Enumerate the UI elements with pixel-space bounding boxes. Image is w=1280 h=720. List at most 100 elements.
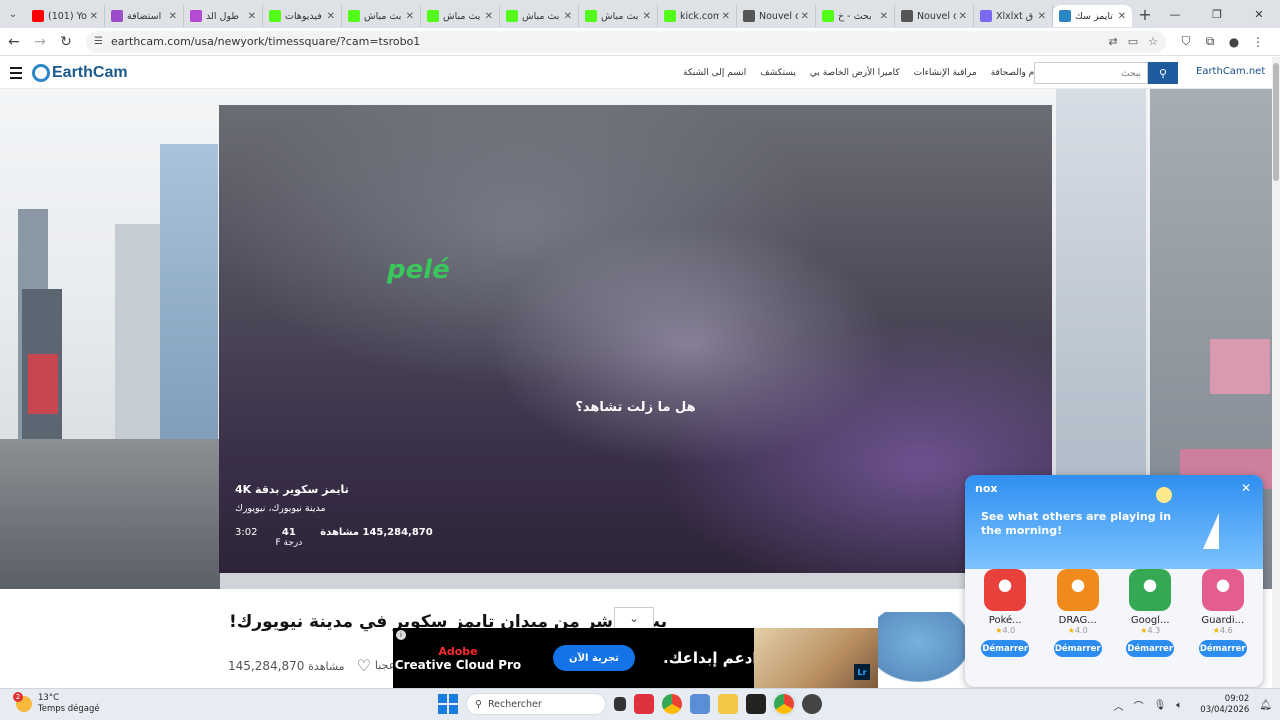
search-icon[interactable]: ⚲ <box>1148 62 1178 84</box>
browser-tab[interactable]: بث مباش ✕ <box>342 5 421 27</box>
hamburger-menu-icon[interactable] <box>10 66 22 79</box>
app-name: Poké... <box>988 615 1022 626</box>
browser-tab[interactable]: بث مباش ✕ <box>579 5 658 27</box>
tab-close-icon[interactable]: ✕ <box>722 11 730 22</box>
nox-close-icon[interactable]: ✕ <box>1241 481 1251 495</box>
browser-tab[interactable]: (101) You✕ <box>26 5 105 27</box>
header-nav-link[interactable]: كاميرا الأرض الخاصة بي <box>810 68 900 78</box>
ad-info-icon[interactable]: i <box>396 630 406 640</box>
browser-tab[interactable]: طول الد ✕ <box>184 5 263 27</box>
tab-close-icon[interactable]: ✕ <box>248 11 256 22</box>
taskbar-search[interactable]: ⚲ Rechercher <box>466 693 606 715</box>
game-app-icon[interactable] <box>984 569 1027 611</box>
browser-tab[interactable]: Nouvel o ✕ <box>737 5 816 27</box>
app-record-icon[interactable] <box>802 694 822 714</box>
adobe-ad-banner[interactable]: i ✕ Adobe Creative Cloud Pro تجربة الآن … <box>393 628 878 688</box>
browser-tab[interactable]: بث مباش ✕ <box>500 5 579 27</box>
app-blue-icon[interactable] <box>690 694 710 714</box>
tab-close-icon[interactable]: ✕ <box>880 11 888 22</box>
minimize-icon[interactable]: — <box>1154 0 1196 28</box>
tab-close-icon[interactable]: ✕ <box>801 11 809 22</box>
browser-tab[interactable]: فيديوهات ✕ <box>263 5 342 27</box>
file-explorer-icon[interactable] <box>718 694 738 714</box>
browser-tab[interactable]: استضافة ✕ <box>105 5 184 27</box>
world-map-graphic[interactable] <box>878 612 978 688</box>
header-nav-link[interactable]: يستكشف <box>760 68 796 78</box>
browser-tab[interactable]: Xlxlxt ق ✕ <box>974 5 1053 27</box>
reload-icon[interactable]: ↻ <box>54 30 78 54</box>
site-search-input[interactable] <box>1034 62 1148 84</box>
task-view-icon[interactable] <box>614 697 626 711</box>
network-icon[interactable]: ⌒ <box>1134 698 1144 713</box>
close-window-icon[interactable]: ✕ <box>1238 0 1280 28</box>
start-game-button[interactable]: Démarrer <box>1053 640 1102 657</box>
like-button[interactable]: ♡ عجبا <box>357 656 396 675</box>
tab-favicon-icon <box>506 10 518 22</box>
view-count-suffix: مشاهدة <box>308 659 345 673</box>
header-nav-link[interactable]: مراقبة الإنشاءات <box>914 68 977 78</box>
still-watching-prompt[interactable]: هل ما زلت تشاهد؟ <box>219 400 1052 415</box>
chevron-up-icon[interactable]: ︿ <box>1114 698 1124 713</box>
address-bar[interactable]: ☰ earthcam.com/usa/newyork/timessquare/?… <box>86 30 1166 53</box>
start-game-button[interactable]: Démarrer <box>1126 640 1175 657</box>
extensions-icon[interactable]: ⧉ <box>1198 34 1222 49</box>
tab-close-icon[interactable]: ✕ <box>169 11 177 22</box>
weather-sun-icon: 2 <box>13 692 32 712</box>
nox-app-item: Poké... ★4.0 Démarrer <box>974 569 1036 657</box>
site-info-icon[interactable]: ☰ <box>94 36 103 47</box>
scrollbar-thumb[interactable] <box>1273 63 1279 181</box>
browser-tab[interactable]: بحث - خ ✕ <box>816 5 895 27</box>
tab-close-icon[interactable]: ✕ <box>1038 11 1046 22</box>
bookmark-star-icon[interactable]: ☆ <box>1148 35 1158 48</box>
tab-close-icon[interactable]: ✕ <box>1118 11 1126 22</box>
earthcam-net-link[interactable]: EarthCam.net <box>1196 66 1265 77</box>
clock[interactable]: 09:02 03/04/2026 <box>1192 694 1249 716</box>
app-red-icon[interactable] <box>634 694 654 714</box>
tab-close-icon[interactable]: ✕ <box>564 11 572 22</box>
tab-close-icon[interactable]: ✕ <box>643 11 651 22</box>
live-video-player[interactable]: pelé هل ما زلت تشاهد؟ تايمز سكوير بدقة 4… <box>219 105 1052 573</box>
url-text[interactable]: earthcam.com/usa/newyork/timessquare/?ca… <box>111 35 1099 48</box>
collapse-chevron-icon[interactable]: ⌄ <box>614 607 654 629</box>
browser-tab[interactable]: Nouvel o ✕ <box>895 5 974 27</box>
browser-toolbar: ← → ↻ ☰ earthcam.com/usa/newyork/timessq… <box>0 28 1280 56</box>
chrome-active-icon[interactable] <box>774 694 794 714</box>
shield-icon[interactable]: ⛉ <box>1174 34 1198 49</box>
tab-close-icon[interactable]: ✕ <box>90 11 98 22</box>
tab-close-icon[interactable]: ✕ <box>406 11 414 22</box>
menu-kebab-icon[interactable]: ⋮ <box>1246 35 1270 49</box>
tab-title: بحث - خ <box>838 10 872 22</box>
game-app-icon[interactable] <box>1129 569 1172 611</box>
start-game-button[interactable]: Démarrer <box>981 640 1030 657</box>
cast-icon[interactable]: ▭ <box>1128 35 1138 48</box>
translate-icon[interactable]: ⇄ <box>1109 35 1118 48</box>
page-scrollbar[interactable] <box>1272 57 1280 688</box>
earthcam-logo[interactable]: EarthCam <box>32 63 128 82</box>
chrome-icon[interactable] <box>662 694 682 714</box>
start-windows-icon[interactable] <box>438 694 458 714</box>
tab-close-icon[interactable]: ✕ <box>485 11 493 22</box>
restore-icon[interactable]: ❐ <box>1196 0 1238 28</box>
tab-search-icon[interactable]: ⌄ <box>0 0 26 28</box>
tab-close-icon[interactable]: ✕ <box>327 11 335 22</box>
game-app-icon[interactable] <box>1056 569 1099 611</box>
game-app-icon[interactable] <box>1201 569 1244 611</box>
browser-tab[interactable]: kick.com ✕ <box>658 5 737 27</box>
volume-icon[interactable]: 🔈︎ <box>1176 700 1182 711</box>
tab-close-icon[interactable]: ✕ <box>959 11 967 22</box>
app-dark-icon[interactable] <box>746 694 766 714</box>
back-icon[interactable]: ← <box>2 30 26 54</box>
profile-icon[interactable]: ● <box>1222 35 1246 49</box>
forward-icon[interactable]: → <box>28 30 52 54</box>
try-now-button[interactable]: تجربة الآن <box>553 645 635 671</box>
start-game-button[interactable]: Démarrer <box>1198 640 1247 657</box>
browser-tab[interactable]: بث مباش ✕ <box>421 5 500 27</box>
app-rating-value: 4.0 <box>1074 626 1088 635</box>
mic-icon[interactable]: 🎙︎ <box>1154 700 1167 711</box>
weather-widget[interactable]: 2 13°C Temps dégagé <box>13 692 100 715</box>
notifications-icon[interactable]: 🔔︎ <box>1259 700 1272 711</box>
nox-app-list: Poké... ★4.0 Démarrer DRAG... ★4.0 Démarrer Go… <box>965 569 1263 657</box>
browser-tab[interactable]: تايمز سك ✕ <box>1053 5 1132 27</box>
tab-favicon-icon <box>822 10 834 22</box>
header-nav-link[interactable]: انسم إلى الشبكة <box>683 68 746 78</box>
